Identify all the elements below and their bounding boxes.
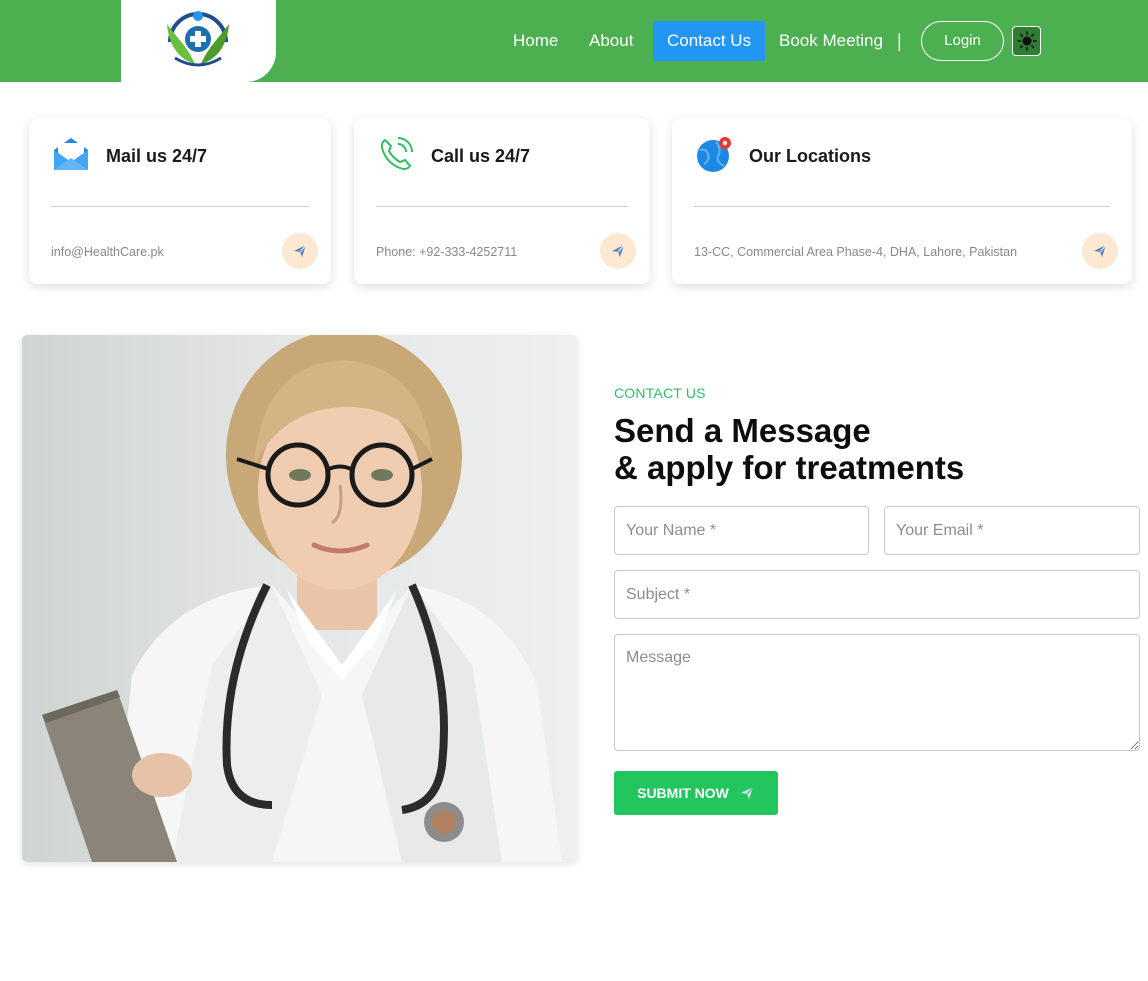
message-textarea[interactable] [614,634,1140,751]
submit-button[interactable]: SUBMIT NOW [614,771,778,815]
email-text: info@HealthCare.pk [51,245,164,259]
card-action-button[interactable] [1082,233,1118,269]
heading-line-1: Send a Message [614,412,871,449]
phone-text: Phone: +92-333-4252711 [376,245,518,259]
nav-link-contact-us[interactable]: Contact Us [653,21,766,61]
globe-location-icon [697,137,731,172]
logo[interactable] [121,0,276,82]
card-title: Our Locations [749,146,872,166]
paper-plane-icon [294,244,307,257]
subject-input[interactable] [614,570,1140,619]
address-text: 13-CC, Commercial Area Phase-4, DHA, Lah… [694,245,1018,259]
info-card-location: Our Locations 13-CC, Commercial Area Pha… [672,118,1132,284]
card-title: Call us 24/7 [431,146,531,166]
nav-link-about[interactable]: About [589,21,633,61]
card-action-button[interactable] [282,233,318,269]
form-heading: Send a Message & apply for treatments [614,412,964,486]
info-card-mail: Mail us 24/7 info@HealthCare.pk [29,118,331,284]
email-input[interactable] [884,506,1140,555]
paper-plane-icon [1094,244,1107,257]
divider [51,206,309,207]
doctor-photo [22,335,577,862]
login-button[interactable]: Login [921,21,1004,61]
mail-icon [54,138,88,170]
logo-icon [167,11,229,67]
card-action-button[interactable] [600,233,636,269]
paper-plane-icon [740,786,754,799]
heading-line-2: & apply for treatments [614,449,965,486]
nav-link-home[interactable]: Home [513,21,558,61]
submit-label: SUBMIT NOW [637,785,729,801]
phone-icon [380,137,413,171]
navbar: Home About Contact Us Book Meeting | Log… [0,0,1148,82]
theme-toggle-button[interactable] [1012,26,1041,56]
name-input[interactable] [614,506,869,555]
paper-plane-icon [612,244,625,257]
sun-icon [1016,31,1037,51]
divider [376,206,628,207]
card-title: Mail us 24/7 [106,146,208,166]
section-eyebrow: CONTACT US [614,385,706,401]
nav-separator: | [897,31,902,51]
info-card-phone: Call us 24/7 Phone: +92-333-4252711 [354,118,650,284]
nav-link-book-meeting[interactable]: Book Meeting [779,21,883,61]
divider [694,206,1110,207]
